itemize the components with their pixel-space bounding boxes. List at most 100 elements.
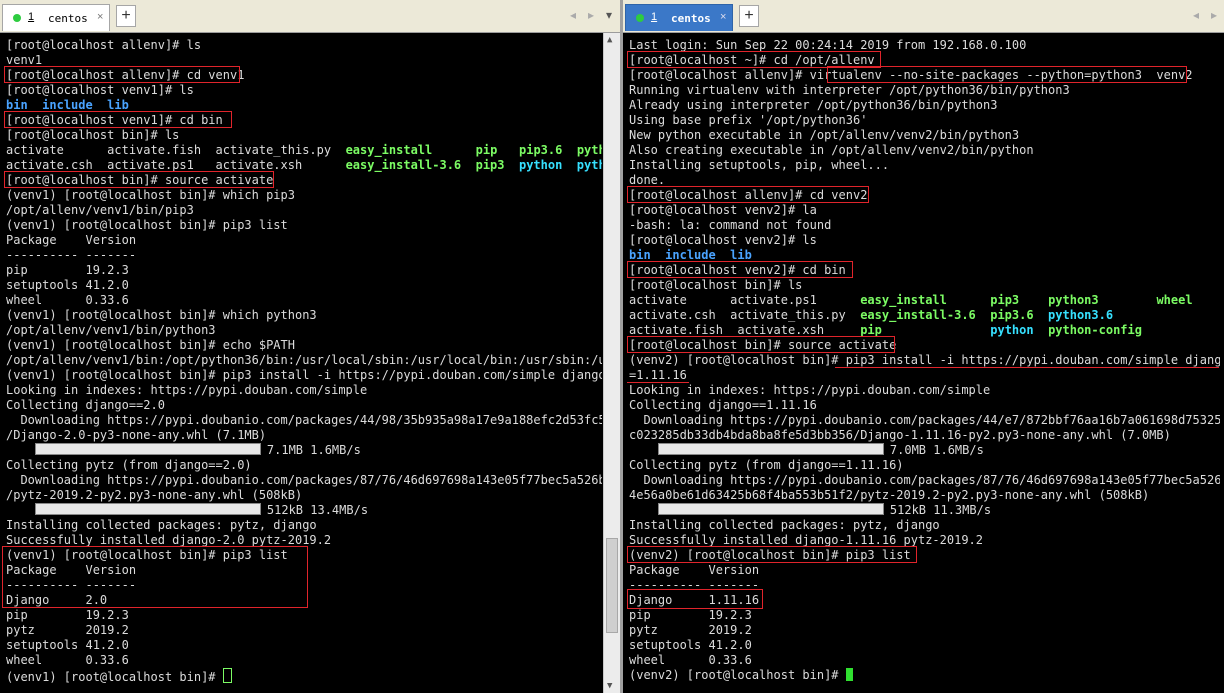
terminal-line: [root@localhost bin]# ls — [6, 128, 602, 143]
terminal-line-text: -bash: la: command not found — [629, 218, 832, 232]
terminal-line-text: venv1 — [6, 53, 43, 67]
terminal-line-text: Package Version — [629, 563, 760, 577]
listing-spacer — [1034, 308, 1048, 322]
terminal-line-text: [root@localhost venv2]# ls — [629, 233, 817, 247]
download-progress-text: 512kB 13.4MB/s — [266, 503, 369, 517]
terminal-line: wheel 0.33.6 — [629, 653, 1220, 668]
terminal-line: 512kB 11.3MB/s — [629, 503, 1220, 518]
terminal-line-text: (venv1) [root@localhost bin]# pip3 insta… — [6, 368, 602, 382]
listing-entry: python3.6 — [1048, 308, 1114, 322]
highlight-cd-bin — [627, 261, 853, 278]
listing-spacer: activate activate.ps1 — [629, 293, 861, 307]
terminal-line: Installing collected packages: pytz, dja… — [629, 518, 1220, 533]
add-tab-button[interactable]: + — [116, 5, 136, 27]
terminal-line: Collecting django==2.0 — [6, 398, 602, 413]
terminal-line: New python executable in /opt/allenv/ven… — [629, 128, 1220, 143]
terminal-line: c023285db33db4bda8ba8fe5d3bb356/Django-1… — [629, 428, 1220, 443]
tab-number: 1 — [651, 11, 658, 23]
terminal-line-text: Downloading https://pypi.doubanio.com/pa… — [6, 413, 602, 427]
terminal-line-text: [root@localhost venv2]# la — [629, 203, 817, 217]
add-tab-button[interactable]: + — [739, 5, 759, 27]
terminal-cursor — [222, 668, 232, 683]
chevron-down-icon[interactable]: ▾ — [606, 8, 612, 22]
terminal-line: Running virtualenv with interpreter /opt… — [629, 83, 1220, 98]
listing-entry: easy_install — [345, 143, 433, 157]
terminal-line: Collecting django==1.11.16 — [629, 398, 1220, 413]
terminal-lines: Last login: Sun Sep 22 00:24:14 2019 fro… — [629, 38, 1220, 683]
terminal-output[interactable]: Last login: Sun Sep 22 00:24:14 2019 fro… — [623, 33, 1224, 693]
listing-entry: bin — [629, 248, 651, 262]
download-progress-bar — [657, 443, 884, 455]
terminal-line-text: Collecting pytz (from django==2.0) — [6, 458, 252, 472]
terminal-line-text: pytz 2019.2 — [629, 623, 752, 637]
terminal-line: (venv1) [root@localhost bin]# pip3 insta… — [6, 368, 602, 383]
download-progress-text: 7.0MB 1.6MB/s — [889, 443, 984, 457]
vertical-scrollbar[interactable]: ▲ ▼ — [603, 33, 620, 693]
terminal-line: =1.11.16 — [629, 368, 1220, 383]
tab-number: 1 — [28, 11, 35, 23]
scroll-down-icon[interactable]: ▼ — [607, 681, 612, 691]
chevron-left-icon[interactable]: ◂ — [570, 8, 576, 22]
terminal-line-text: done. — [629, 173, 666, 187]
terminal-line-text: Downloading https://pypi.doubanio.com/pa… — [629, 413, 1220, 427]
terminal-line: activate activate.ps1 easy_install pip3 … — [629, 293, 1220, 308]
terminal-line: pytz 2019.2 — [629, 623, 1220, 638]
terminal-line-text: setuptools 41.2.0 — [6, 638, 129, 652]
terminal-line: wheel 0.33.6 — [6, 293, 602, 308]
terminal-line: setuptools 41.2.0 — [629, 638, 1220, 653]
terminal-line-text: =1.11.16 — [629, 368, 687, 382]
scrollbar-thumb[interactable] — [606, 538, 618, 633]
listing-spacer — [1034, 323, 1048, 337]
listing-entry: python — [518, 158, 563, 172]
listing-entry: python3 — [1048, 293, 1099, 307]
session-tab[interactable]: 1 centos × — [2, 4, 110, 31]
terminal-line-text: pip 19.2.3 — [6, 608, 129, 622]
chevron-right-icon[interactable]: ▸ — [1211, 8, 1217, 22]
session-tab[interactable]: 1 centos × — [625, 4, 733, 31]
underline-pip-install-version — [627, 382, 689, 383]
terminal-line: Package Version — [629, 563, 1220, 578]
underline-pip-install-command — [835, 367, 1219, 368]
terminal-line: Downloading https://pypi.doubanio.com/pa… — [6, 473, 602, 488]
listing-entry: lib — [730, 248, 752, 262]
left-terminal-window: 1 centos × + ◂ ▸ ▾ [root@localhost allen… — [0, 0, 620, 693]
close-icon[interactable]: × — [97, 11, 103, 23]
terminal-line: Downloading https://pypi.doubanio.com/pa… — [6, 413, 602, 428]
listing-entry: python — [990, 323, 1034, 337]
listing-entry: pip3.6 — [519, 143, 563, 157]
listing-spacer — [562, 158, 576, 172]
terminal-line: Installing setuptools, pip, wheel... — [629, 158, 1220, 173]
listing-entry: include — [42, 98, 93, 112]
terminal-line-text: [root@localhost bin]# ls — [629, 278, 803, 292]
listing-entry: pip — [860, 323, 882, 337]
terminal-line: Collecting pytz (from django==2.0) — [6, 458, 602, 473]
terminal-output[interactable]: [root@localhost allenv]# ls venv1 [root@lo… — [0, 33, 620, 693]
listing-spacer — [947, 293, 990, 307]
terminal-line: /pytz-2019.2-py2.py3-none-any.whl (508kB… — [6, 488, 602, 503]
listing-entry: pip3 — [475, 158, 505, 172]
close-icon[interactable]: × — [720, 11, 726, 23]
highlight-cd-venv2 — [627, 186, 869, 203]
listing-entry: pip — [475, 143, 498, 157]
listing-entry: easy_install-3.6 — [860, 308, 976, 322]
tab-label: centos — [671, 12, 711, 25]
listing-spacer — [976, 308, 990, 322]
chevron-right-icon[interactable]: ▸ — [588, 8, 594, 22]
terminal-line: setuptools 41.2.0 — [6, 638, 602, 653]
terminal-line: Installing collected packages: pytz, dja… — [6, 518, 602, 533]
terminal-line-text: wheel 0.33.6 — [6, 293, 129, 307]
terminal-line: Already using interpreter /opt/python36/… — [629, 98, 1220, 113]
terminal-line: Package Version — [6, 233, 602, 248]
terminal-line-text: /opt/allenv/venv1/bin:/opt/python36/bin:… — [6, 353, 602, 367]
chevron-left-icon[interactable]: ◂ — [1193, 8, 1199, 22]
terminal-line: 4e56a0be61d63425b68f4ba553b51f2/pytz-201… — [629, 488, 1220, 503]
scroll-up-icon[interactable]: ▲ — [607, 35, 612, 45]
terminal-line: [root@localhost allenv]# ls — [6, 38, 602, 53]
terminal-line-text: wheel 0.33.6 — [629, 653, 752, 667]
terminal-line: Using base prefix '/opt/python36' — [629, 113, 1220, 128]
right-terminal-window: 1 centos × + ◂ ▸ Last login: Sun Sep 22 … — [623, 0, 1224, 693]
terminal-line: [root@localhost bin]# ls — [629, 278, 1220, 293]
terminal-line: [root@localhost venv2]# ls — [629, 233, 1220, 248]
tab-bar: 1 centos × + ◂ ▸ — [623, 0, 1224, 33]
listing-entry: lib — [107, 98, 129, 112]
